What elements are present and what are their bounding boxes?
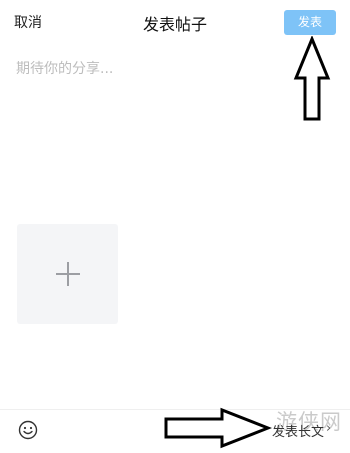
plus-icon-vertical: [67, 262, 69, 286]
annotation-arrow-right: [164, 407, 272, 449]
long-article-button[interactable]: 发表长文: [272, 421, 324, 440]
smiley-icon[interactable]: [18, 420, 38, 440]
chevron-right-icon: ›: [326, 421, 332, 436]
post-content-input[interactable]: [16, 58, 336, 198]
annotation-arrow-up: [293, 36, 331, 121]
add-image-button[interactable]: [17, 224, 118, 324]
post-button[interactable]: 发表: [284, 10, 336, 35]
